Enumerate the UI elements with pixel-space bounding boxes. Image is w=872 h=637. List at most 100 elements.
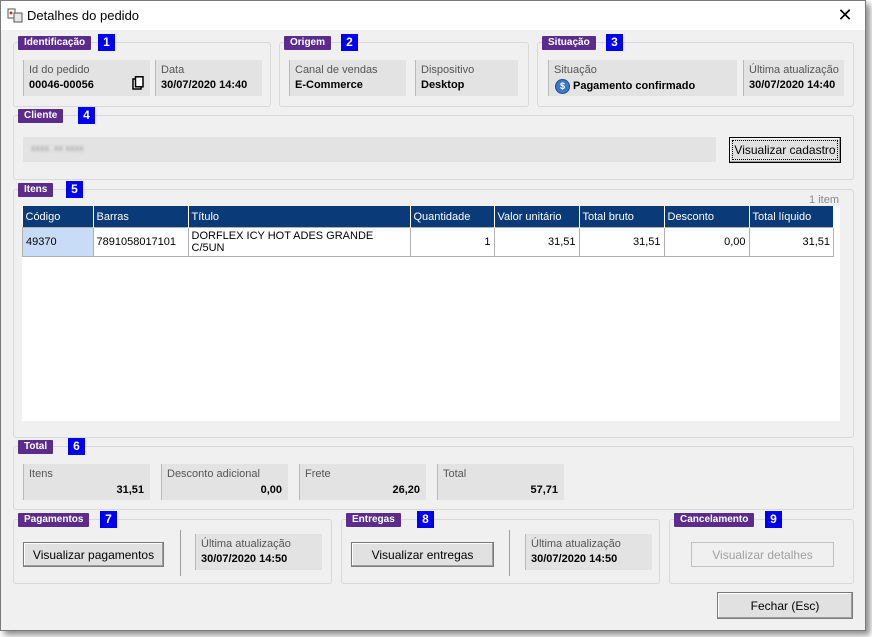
- situacao-tag: Situação: [542, 36, 596, 50]
- status-value: Pagamento confirmado: [573, 80, 696, 92]
- order-details-window: Detalhes do pedido ✕ Identificação 1 Id …: [0, 0, 866, 631]
- status-updated-field: Última atualização 30/07/2020 14:40: [743, 60, 844, 96]
- grand-total-field: Total 57,71: [437, 464, 564, 500]
- order-date-value: 30/07/2020 14:40: [161, 79, 248, 91]
- col-total-liquido[interactable]: Total líquido: [749, 206, 834, 228]
- close-icon: ✕: [837, 5, 853, 25]
- device-field: Dispositivo Desktop: [415, 60, 518, 96]
- items-total-value: 31,51: [116, 484, 144, 496]
- itens-number: 5: [66, 181, 83, 198]
- client-name-value: xxxx. xx xxxx: [31, 143, 84, 153]
- col-total-bruto[interactable]: Total bruto: [579, 206, 665, 228]
- extra-discount-field: Desconto adicional 0,00: [161, 464, 288, 500]
- entregas-tag: Entregas: [346, 513, 401, 527]
- cancelamento-group: Cancelamento 9 Visualizar detalhes: [669, 511, 854, 584]
- origem-number: 2: [341, 34, 358, 51]
- close-button[interactable]: ✕: [825, 1, 865, 30]
- pagamentos-group: Pagamentos 7 Visualizar pagamentos Últim…: [13, 511, 332, 584]
- cell-desconto[interactable]: 0,00: [663, 227, 750, 257]
- cliente-group: Cliente 4 xxxx. xx xxxx Visualizar cadas…: [13, 107, 854, 180]
- order-date-label: Data: [161, 64, 185, 76]
- sales-channel-label: Canal de vendas: [295, 64, 378, 76]
- col-desconto[interactable]: Desconto: [664, 206, 750, 228]
- origem-tag: Origem: [284, 36, 332, 50]
- shipping-field: Frete 26,20: [299, 464, 426, 500]
- order-date-field: Data 30/07/2020 14:40: [155, 60, 262, 96]
- order-id-label: Id do pedido: [29, 64, 90, 76]
- cell-total-liquido[interactable]: 31,51: [748, 227, 834, 257]
- payment-status-icon: $: [555, 79, 570, 94]
- payments-updated-field: Última atualização 30/07/2020 14:50: [195, 534, 322, 570]
- order-icon: [7, 8, 23, 23]
- status-field: Situação $ Pagamento confirmado: [548, 60, 737, 96]
- entregas-number: 8: [417, 511, 434, 528]
- identificacao-tag: Identificação: [18, 36, 92, 50]
- pagamentos-tag: Pagamentos: [18, 513, 90, 527]
- cancelamento-number: 9: [765, 511, 782, 528]
- cell-codigo[interactable]: 49370: [22, 227, 94, 257]
- col-titulo[interactable]: Título: [188, 206, 411, 228]
- deliveries-updated-value: 30/07/2020 14:50: [531, 553, 618, 565]
- extra-discount-label: Desconto adicional: [167, 468, 260, 480]
- identificacao-number: 1: [98, 34, 115, 51]
- status-updated-value: 30/07/2020 14:40: [749, 79, 836, 91]
- situacao-group: Situação 3 Situação $ Pagamento confirma…: [537, 34, 854, 107]
- col-barras[interactable]: Barras: [93, 206, 189, 228]
- total-group: Total 6 Itens 31,51 Desconto adicional 0…: [13, 438, 854, 510]
- grand-total-label: Total: [443, 468, 467, 480]
- cell-quantidade[interactable]: 1: [409, 227, 495, 257]
- cell-valor-unitario[interactable]: 31,51: [493, 227, 580, 257]
- cell-total-bruto[interactable]: 31,51: [578, 227, 665, 257]
- order-id-value: 00046-00056: [29, 79, 94, 91]
- payments-updated-label: Última atualização: [201, 538, 291, 550]
- total-number: 6: [68, 438, 85, 455]
- table-row[interactable]: 49370 7891058017101 DORFLEX ICY HOT ADES…: [22, 227, 834, 257]
- origem-group: Origem 2 Canal de vendas E-Commerce Disp…: [279, 34, 529, 107]
- sales-channel-field: Canal de vendas E-Commerce: [289, 60, 406, 96]
- cliente-number: 4: [78, 107, 95, 124]
- items-total-field: Itens 31,51: [23, 464, 150, 500]
- deliveries-separator: [509, 530, 510, 576]
- col-valor-unitario[interactable]: Valor unitário: [494, 206, 580, 228]
- deliveries-updated-label: Última atualização: [531, 538, 621, 550]
- cell-barras[interactable]: 7891058017101: [92, 227, 189, 257]
- device-label: Dispositivo: [421, 64, 475, 76]
- close-dialog-button[interactable]: Fechar (Esc): [717, 592, 853, 619]
- pagamentos-number: 7: [100, 511, 117, 528]
- shipping-label: Frete: [305, 468, 331, 480]
- extra-discount-value: 0,00: [260, 484, 282, 496]
- client-name-field: xxxx. xx xxxx: [23, 137, 716, 162]
- col-quantidade[interactable]: Quantidade: [410, 206, 495, 228]
- identificacao-group: Identificação 1 Id do pedido 00046-00056…: [13, 34, 271, 107]
- itens-tag: Itens: [18, 183, 54, 197]
- status-updated-label: Última atualização: [749, 64, 839, 76]
- view-deliveries-button[interactable]: Visualizar entregas: [351, 542, 494, 567]
- sales-channel-value: E-Commerce: [295, 79, 363, 91]
- order-id-field: Id do pedido 00046-00056: [23, 60, 150, 96]
- shipping-value: 26,20: [392, 484, 420, 496]
- view-cancellation-details-button[interactable]: Visualizar detalhes: [691, 542, 834, 567]
- itens-group: Itens 5 1 item Código Barras Título Quan…: [13, 181, 854, 438]
- view-payments-button[interactable]: Visualizar pagamentos: [23, 542, 164, 567]
- title-bar: Detalhes do pedido ✕: [1, 1, 865, 30]
- grand-total-value: 57,71: [530, 484, 558, 496]
- status-label: Situação: [554, 64, 597, 76]
- payments-separator: [180, 530, 181, 576]
- cliente-tag: Cliente: [18, 109, 64, 123]
- window-title: Detalhes do pedido: [27, 8, 140, 23]
- col-codigo[interactable]: Código: [22, 206, 94, 228]
- cell-titulo[interactable]: DORFLEX ICY HOT ADES GRANDE C/5UN: [187, 227, 411, 257]
- items-header-row: Código Barras Título Quantidade Valor un…: [22, 206, 834, 228]
- entregas-group: Entregas 8 Visualizar entregas Última at…: [341, 511, 660, 584]
- payments-updated-value: 30/07/2020 14:50: [201, 553, 288, 565]
- total-tag: Total: [18, 440, 54, 454]
- situacao-number: 3: [606, 34, 623, 51]
- device-value: Desktop: [421, 79, 465, 91]
- cancelamento-tag: Cancelamento: [674, 513, 755, 527]
- items-table[interactable]: Código Barras Título Quantidade Valor un…: [22, 206, 834, 257]
- copy-icon[interactable]: [132, 76, 144, 90]
- items-count: 1 item: [809, 194, 839, 206]
- view-client-button[interactable]: Visualizar cadastro: [729, 137, 841, 163]
- items-total-label: Itens: [29, 468, 53, 480]
- deliveries-updated-field: Última atualização 30/07/2020 14:50: [525, 534, 652, 570]
